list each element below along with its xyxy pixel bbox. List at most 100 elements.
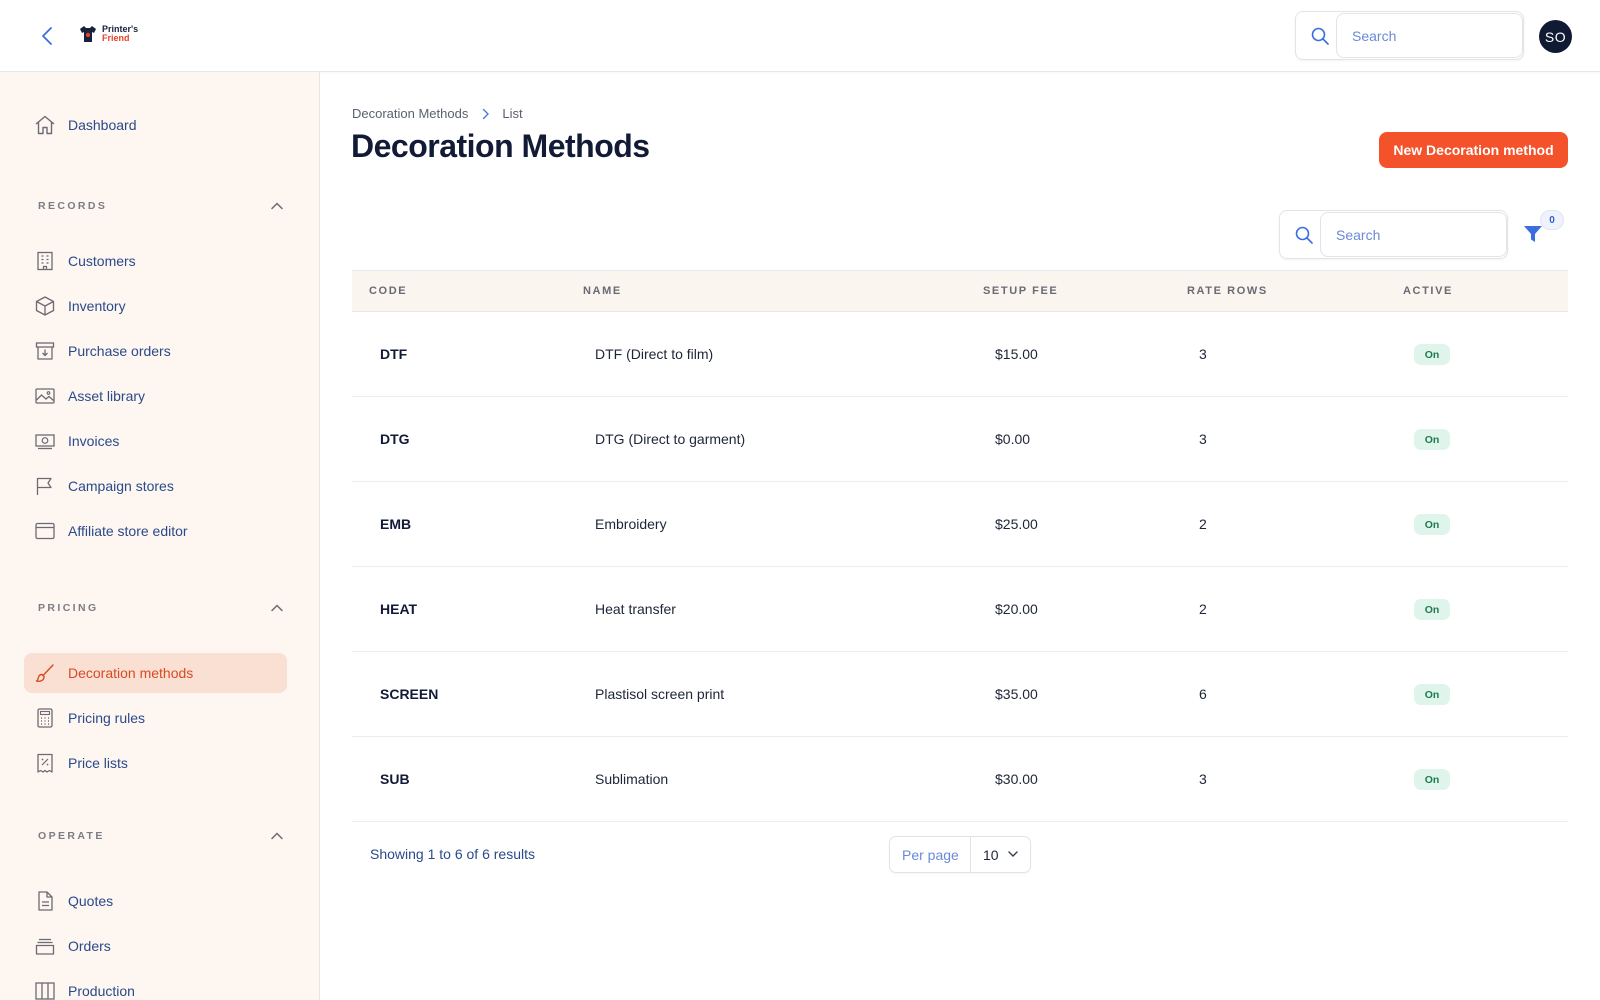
status-badge: On xyxy=(1414,344,1450,365)
column-header-setup-fee[interactable]: SETUP FEE xyxy=(983,285,1058,297)
table-row[interactable]: DTF DTF (Direct to film) $15.00 3 On xyxy=(352,312,1568,397)
new-decoration-method-button[interactable]: New Decoration method xyxy=(1379,132,1568,168)
chevron-up-icon xyxy=(271,832,283,840)
filter-count-badge: 0 xyxy=(1540,210,1564,230)
chevron-right-icon xyxy=(482,108,490,120)
status-badge: On xyxy=(1414,514,1450,535)
app-logo[interactable]: Printer's Friend xyxy=(78,24,138,44)
cell-setup-fee: $35.00 xyxy=(995,686,1038,702)
sidebar-item-label: Campaign stores xyxy=(68,478,174,494)
sidebar-item-customers[interactable]: Customers xyxy=(24,241,287,281)
sidebar-item-inventory[interactable]: Inventory xyxy=(24,286,287,326)
sidebar-item-production[interactable]: Production xyxy=(24,971,287,1000)
column-header-rate-rows[interactable]: RATE ROWS xyxy=(1187,285,1268,297)
chevron-up-icon xyxy=(271,202,283,210)
cell-setup-fee: $25.00 xyxy=(995,516,1038,532)
cell-rate-rows: 6 xyxy=(1199,686,1207,702)
cell-name: DTG (Direct to garment) xyxy=(595,431,746,447)
sidebar-item-affiliate-store-editor[interactable]: Affiliate store editor xyxy=(24,511,287,551)
pagination-summary: Showing 1 to 6 of 6 results xyxy=(370,846,535,862)
sidebar-item-label: Asset library xyxy=(68,388,146,404)
section-title: OPERATE xyxy=(38,830,105,842)
sidebar-item-label: Production xyxy=(68,983,135,999)
cell-name: Embroidery xyxy=(595,516,667,532)
cell-name: Sublimation xyxy=(595,771,669,787)
sidebar-item-label: Customers xyxy=(68,253,136,269)
search-icon xyxy=(1295,226,1313,244)
sidebar: Dashboard RECORDS Customers Inventory Pu… xyxy=(0,72,320,1000)
sidebar-item-invoices[interactable]: Invoices xyxy=(24,421,287,461)
building-icon xyxy=(37,251,53,271)
cell-setup-fee: $20.00 xyxy=(995,601,1038,617)
cell-name: DTF (Direct to film) xyxy=(595,346,714,362)
section-header-operate[interactable]: OPERATE xyxy=(38,826,284,846)
status-badge: On xyxy=(1414,599,1450,620)
global-search[interactable]: Search xyxy=(1295,11,1524,60)
paintbrush-icon xyxy=(35,664,54,682)
cell-name: Heat transfer xyxy=(595,601,676,617)
global-search-placeholder: Search xyxy=(1352,27,1397,44)
receipt-percent-icon xyxy=(37,753,53,773)
sidebar-item-label: Price lists xyxy=(68,755,128,771)
calculator-icon xyxy=(37,708,53,728)
status-badge: On xyxy=(1414,429,1450,450)
table-search[interactable]: Search xyxy=(1279,210,1508,259)
archive-download-icon xyxy=(35,342,55,360)
decoration-methods-table: CODE NAME SETUP FEE RATE ROWS ACTIVE DTF… xyxy=(352,270,1568,822)
cell-name: Plastisol screen print xyxy=(595,686,725,702)
section-header-records[interactable]: RECORDS xyxy=(38,196,284,216)
image-icon xyxy=(35,388,55,404)
cell-code: DTG xyxy=(380,431,410,447)
status-badge: On xyxy=(1414,769,1450,790)
user-avatar[interactable]: SO xyxy=(1539,20,1572,53)
browser-window-icon xyxy=(35,522,55,540)
sidebar-item-label: Dashboard xyxy=(68,117,137,133)
section-header-pricing[interactable]: PRICING xyxy=(38,598,284,618)
cash-icon xyxy=(35,434,55,450)
per-page-control: Per page 10 xyxy=(889,836,1031,873)
column-header-name[interactable]: NAME xyxy=(583,285,622,297)
home-icon xyxy=(35,115,55,135)
columns-icon xyxy=(35,982,55,1000)
table-row[interactable]: DTG DTG (Direct to garment) $0.00 3 On xyxy=(352,397,1568,482)
cell-setup-fee: $15.00 xyxy=(995,346,1038,362)
sidebar-item-label: Affiliate store editor xyxy=(68,523,188,539)
sidebar-item-dashboard[interactable]: Dashboard xyxy=(24,105,287,145)
table-row[interactable]: SUB Sublimation $30.00 3 On xyxy=(352,737,1568,822)
cell-code: EMB xyxy=(380,516,412,532)
page-title: Decoration Methods xyxy=(351,128,650,164)
back-button[interactable] xyxy=(36,24,58,48)
flag-icon xyxy=(36,477,52,495)
sidebar-item-campaign-stores[interactable]: Campaign stores xyxy=(24,466,287,506)
global-search-input[interactable]: Search xyxy=(1336,13,1523,58)
table-search-input[interactable]: Search xyxy=(1320,212,1507,257)
sidebar-item-asset-library[interactable]: Asset library xyxy=(24,376,287,416)
cell-code: SCREEN xyxy=(380,686,439,702)
cell-rate-rows: 2 xyxy=(1199,516,1207,532)
section-title: RECORDS xyxy=(38,200,108,212)
column-header-code[interactable]: CODE xyxy=(369,285,407,297)
sidebar-item-orders[interactable]: Orders xyxy=(24,926,287,966)
breadcrumb-link-decoration-methods[interactable]: Decoration Methods xyxy=(352,106,468,121)
per-page-select[interactable]: 10 xyxy=(970,837,1031,872)
sidebar-item-label: Purchase orders xyxy=(68,343,171,359)
table-row[interactable]: HEAT Heat transfer $20.00 2 On xyxy=(352,567,1568,652)
sidebar-item-quotes[interactable]: Quotes xyxy=(24,881,287,921)
table-header: CODE NAME SETUP FEE RATE ROWS ACTIVE xyxy=(352,270,1568,312)
table-row[interactable]: EMB Embroidery $25.00 2 On xyxy=(352,482,1568,567)
box-icon xyxy=(35,296,55,316)
sidebar-item-price-lists[interactable]: Price lists xyxy=(24,743,287,783)
table-row[interactable]: SCREEN Plastisol screen print $35.00 6 O… xyxy=(352,652,1568,737)
chevron-down-icon xyxy=(1008,851,1018,857)
sidebar-item-decoration-methods[interactable]: Decoration methods xyxy=(24,653,287,693)
section-title: PRICING xyxy=(38,602,99,614)
cell-code: SUB xyxy=(380,771,410,787)
cell-setup-fee: $30.00 xyxy=(995,771,1038,787)
logo-text-line2: Friend xyxy=(102,33,130,43)
column-header-active[interactable]: ACTIVE xyxy=(1403,285,1453,297)
tshirt-logo-icon xyxy=(80,26,96,42)
filter-icon[interactable] xyxy=(1522,222,1544,246)
sidebar-item-purchase-orders[interactable]: Purchase orders xyxy=(24,331,287,371)
sidebar-item-pricing-rules[interactable]: Pricing rules xyxy=(24,698,287,738)
per-page-label: Per page xyxy=(902,847,959,863)
